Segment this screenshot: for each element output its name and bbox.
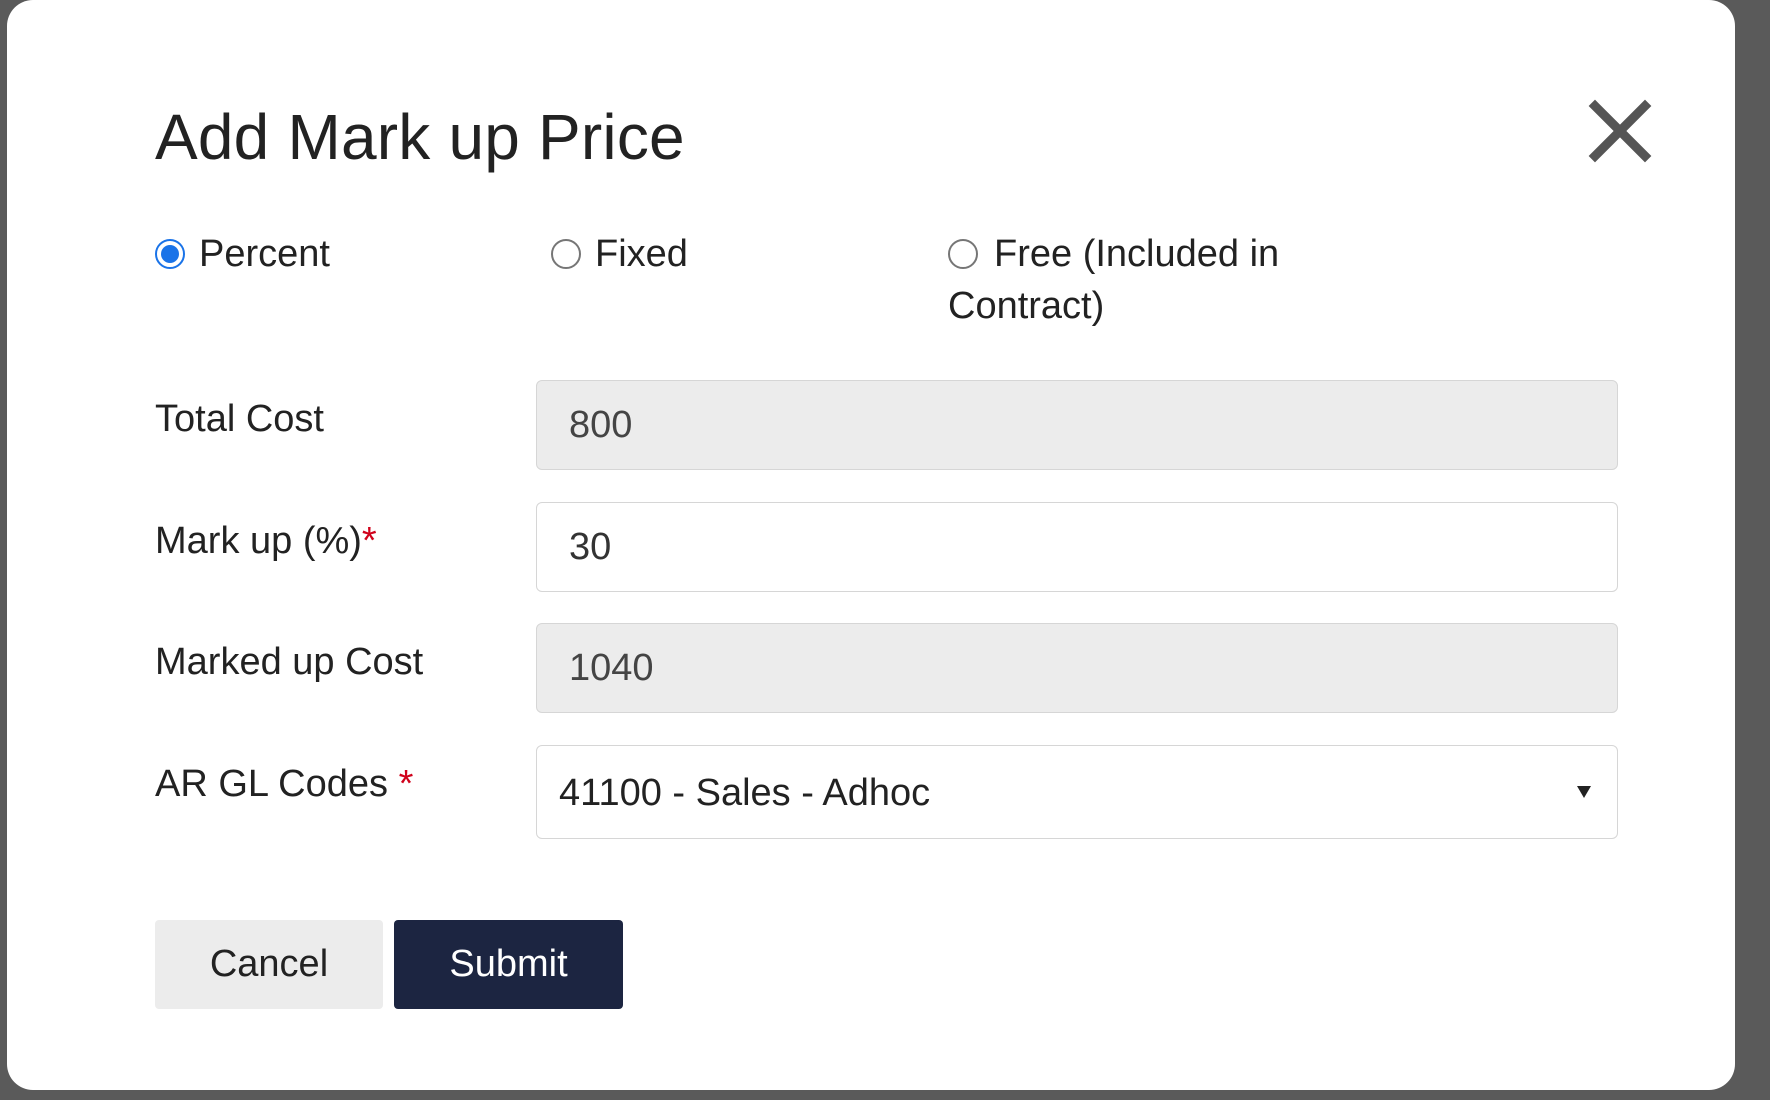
total-cost-row: Total Cost 800: [155, 380, 1620, 472]
markup-percent-input[interactable]: 30: [536, 502, 1618, 592]
cancel-button[interactable]: Cancel: [155, 920, 383, 1009]
marked-up-cost-field: 1040: [536, 623, 1618, 713]
markup-percent-row: Mark up (%)* 30: [155, 502, 1620, 594]
radio-fixed-indicator[interactable]: [551, 239, 581, 269]
marked-up-cost-label: Marked up Cost: [155, 641, 424, 683]
ar-gl-codes-select[interactable]: 41100 - Sales - Adhoc: [536, 745, 1618, 839]
ar-gl-codes-row: AR GL Codes * 41100 - Sales - Adhoc: [155, 745, 1620, 841]
required-marker: *: [398, 763, 414, 805]
chevron-down-icon: [1577, 786, 1591, 798]
ar-gl-codes-selected-value: 41100 - Sales - Adhoc: [559, 772, 931, 814]
total-cost-label: Total Cost: [155, 398, 324, 440]
radio-fixed-label: Fixed: [595, 233, 688, 275]
radio-fixed[interactable]: Fixed: [551, 233, 688, 280]
required-marker: *: [361, 520, 377, 562]
dialog-title: Add Mark up Price: [155, 101, 685, 173]
add-markup-dialog: Add Mark up Price Percent Fixed Free (In…: [7, 0, 1735, 1090]
submit-button[interactable]: Submit: [394, 920, 623, 1009]
total-cost-field: 800: [536, 380, 1618, 470]
radio-percent-indicator[interactable]: [155, 239, 185, 269]
radio-percent[interactable]: Percent: [155, 233, 330, 280]
radio-percent-label: Percent: [199, 233, 330, 275]
backdrop-left-glyph: .: [0, 1068, 2, 1100]
markup-percent-label: Mark up (%)*: [155, 520, 377, 563]
close-icon: [1588, 99, 1652, 163]
ar-gl-codes-label: AR GL Codes *: [155, 763, 413, 806]
markup-percent-label-text: Mark up (%): [155, 520, 362, 562]
marked-up-cost-row: Marked up Cost 1040: [155, 623, 1620, 715]
close-button[interactable]: [1585, 96, 1655, 166]
markup-type-radio-group: Percent Fixed Free (Included in Contract…: [155, 233, 1355, 336]
radio-free[interactable]: Free (Included in Contract): [948, 233, 1368, 346]
ar-gl-codes-label-text: AR GL Codes: [155, 763, 399, 805]
radio-free-label: Free (Included in Contract): [948, 233, 1280, 327]
